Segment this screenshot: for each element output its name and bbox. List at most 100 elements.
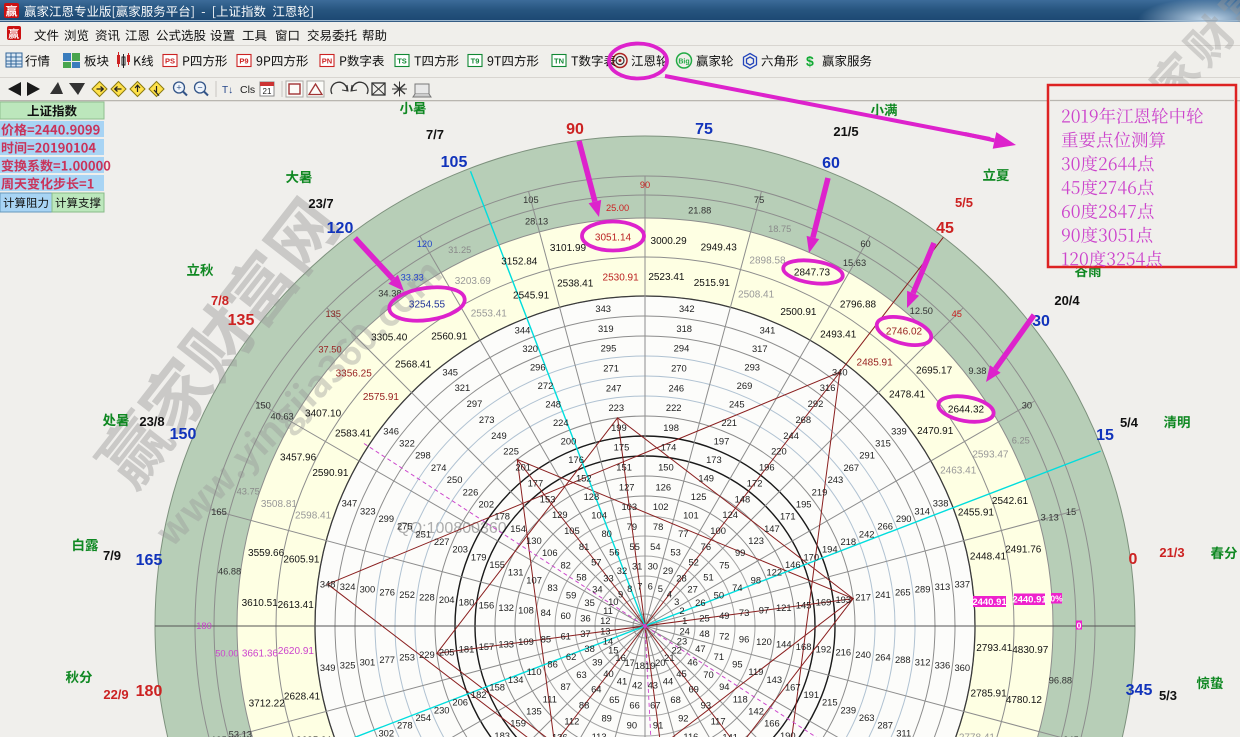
svg-text:37: 37 xyxy=(580,628,590,639)
svg-text:215: 215 xyxy=(822,697,838,708)
svg-text:2785.91: 2785.91 xyxy=(971,688,1008,699)
svg-text:206: 206 xyxy=(452,697,468,708)
svg-text:111: 111 xyxy=(543,693,557,704)
svg-text:172: 172 xyxy=(747,477,763,488)
svg-text:60: 60 xyxy=(860,239,870,249)
svg-text:155: 155 xyxy=(489,559,505,570)
svg-text:266: 266 xyxy=(877,521,893,532)
svg-text:300: 300 xyxy=(360,584,376,595)
svg-text:302: 302 xyxy=(378,727,394,737)
svg-text:3152.84: 3152.84 xyxy=(501,257,538,268)
svg-text:181: 181 xyxy=(459,644,475,655)
svg-text:122: 122 xyxy=(766,567,782,578)
svg-text:145: 145 xyxy=(796,599,812,610)
svg-text:174: 174 xyxy=(661,442,677,453)
svg-text:170: 170 xyxy=(803,551,819,562)
svg-text:129: 129 xyxy=(552,509,568,520)
svg-text:141: 141 xyxy=(722,731,738,737)
svg-text:60: 60 xyxy=(822,155,840,172)
svg-text:321: 321 xyxy=(455,382,471,393)
svg-text:318: 318 xyxy=(676,323,692,334)
svg-text:71: 71 xyxy=(714,651,724,662)
svg-text:73: 73 xyxy=(739,607,749,618)
svg-text:5/4: 5/4 xyxy=(1120,415,1139,430)
svg-text:2695.17: 2695.17 xyxy=(916,366,953,377)
svg-text:118: 118 xyxy=(733,693,748,704)
svg-text:218: 218 xyxy=(840,536,856,547)
svg-text:9.38: 9.38 xyxy=(968,366,986,376)
svg-text:54: 54 xyxy=(650,541,660,552)
svg-text:179: 179 xyxy=(471,551,487,562)
svg-text:346: 346 xyxy=(383,425,399,436)
svg-text:200: 200 xyxy=(561,435,577,446)
svg-text:2583.41: 2583.41 xyxy=(335,428,372,439)
svg-text:246: 246 xyxy=(668,382,684,393)
svg-text:271: 271 xyxy=(603,362,619,373)
svg-text:5/3: 5/3 xyxy=(1159,688,1177,703)
svg-text:49: 49 xyxy=(719,610,729,621)
svg-text:226: 226 xyxy=(463,486,479,497)
svg-text:67: 67 xyxy=(650,700,660,711)
svg-text:42: 42 xyxy=(632,680,642,691)
svg-text:316: 316 xyxy=(820,382,836,393)
svg-text:+: + xyxy=(176,83,181,93)
svg-text:20/4: 20/4 xyxy=(1054,293,1080,308)
svg-text:2538.41: 2538.41 xyxy=(557,279,594,290)
svg-text:12: 12 xyxy=(600,615,610,626)
svg-text:58: 58 xyxy=(576,572,586,583)
svg-text:2553.41: 2553.41 xyxy=(471,308,508,319)
svg-text:225: 225 xyxy=(503,446,519,457)
svg-text:56: 56 xyxy=(609,546,619,557)
svg-text:P9: P9 xyxy=(239,57,248,66)
svg-text:83: 83 xyxy=(547,582,557,593)
svg-text:45: 45 xyxy=(936,220,954,237)
svg-text:105: 105 xyxy=(441,154,468,171)
svg-text:33: 33 xyxy=(603,573,613,584)
svg-text:2568.41: 2568.41 xyxy=(395,359,432,370)
svg-text:3254.55: 3254.55 xyxy=(409,300,446,311)
svg-text:165: 165 xyxy=(136,552,163,569)
svg-text:Cls: Cls xyxy=(240,84,255,96)
svg-text:180: 180 xyxy=(136,683,163,700)
svg-text:5: 5 xyxy=(658,583,663,594)
svg-text:3610.51: 3610.51 xyxy=(242,598,279,609)
svg-text:Big: Big xyxy=(678,59,689,66)
svg-text:317: 317 xyxy=(752,343,768,354)
svg-text:180: 180 xyxy=(196,621,212,631)
svg-text:322: 322 xyxy=(399,438,415,449)
svg-text:320: 320 xyxy=(522,343,538,354)
svg-text:315: 315 xyxy=(875,438,891,449)
svg-text:98: 98 xyxy=(751,574,761,585)
svg-text:7: 7 xyxy=(637,581,642,592)
svg-text:4780.12: 4780.12 xyxy=(1006,695,1043,706)
svg-text:2598.41: 2598.41 xyxy=(295,510,332,521)
svg-text:63: 63 xyxy=(576,669,586,680)
svg-text:241: 241 xyxy=(875,589,891,600)
svg-text:36: 36 xyxy=(580,612,590,623)
svg-text:204: 204 xyxy=(439,594,455,605)
svg-text:247: 247 xyxy=(606,382,622,393)
svg-text:152: 152 xyxy=(576,472,592,483)
svg-text:143: 143 xyxy=(766,674,782,685)
svg-text:157: 157 xyxy=(479,641,495,652)
svg-text:6.25: 6.25 xyxy=(1012,436,1030,446)
svg-text:33.33: 33.33 xyxy=(401,273,424,283)
svg-text:2545.91: 2545.91 xyxy=(513,291,550,302)
svg-text:2500.91: 2500.91 xyxy=(780,307,817,318)
svg-text:2898.58: 2898.58 xyxy=(749,255,786,266)
svg-text:57: 57 xyxy=(591,557,601,568)
svg-text:171: 171 xyxy=(780,511,796,522)
svg-text:91: 91 xyxy=(653,719,663,730)
svg-text:175: 175 xyxy=(614,442,630,453)
svg-text:201: 201 xyxy=(515,462,531,473)
svg-text:242: 242 xyxy=(859,528,875,539)
svg-text:3203.69: 3203.69 xyxy=(455,276,492,287)
svg-text:250: 250 xyxy=(447,474,463,485)
svg-text:26: 26 xyxy=(695,597,705,608)
svg-text:298: 298 xyxy=(415,450,431,461)
svg-text:254: 254 xyxy=(415,712,431,723)
svg-text:110: 110 xyxy=(527,666,542,677)
svg-text:3457.96: 3457.96 xyxy=(280,452,317,463)
svg-text:TN: TN xyxy=(554,57,564,66)
svg-text:2746.02: 2746.02 xyxy=(886,327,923,338)
